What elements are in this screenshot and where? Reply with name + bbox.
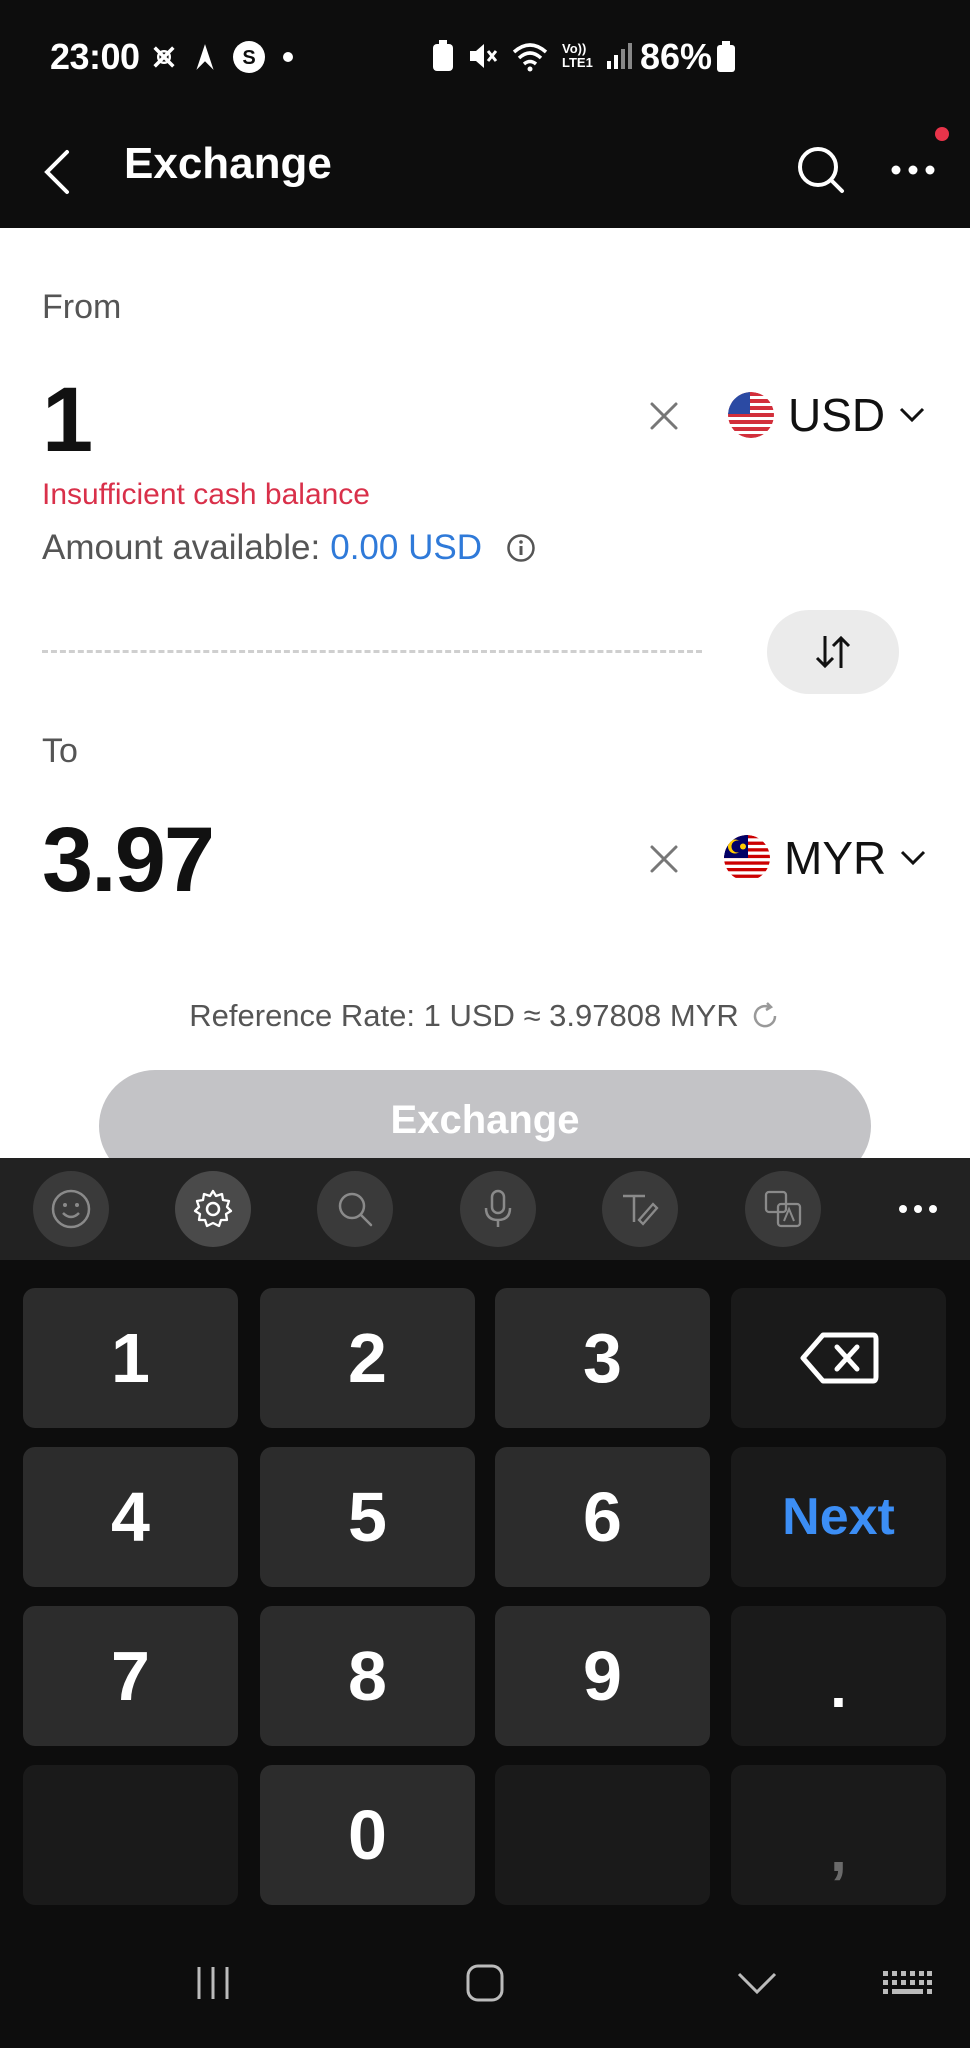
mute-icon xyxy=(470,44,498,68)
recent-apps-icon xyxy=(197,1967,229,1999)
to-currency-code: MYR xyxy=(784,832,887,884)
status-left-icons: S xyxy=(150,40,296,74)
arrow-icon xyxy=(196,44,214,70)
more-horizontal-icon xyxy=(891,165,935,175)
search-icon xyxy=(798,147,844,193)
divider xyxy=(42,650,702,653)
mic-icon xyxy=(484,1189,512,1227)
error-message: Insufficient cash balance xyxy=(42,478,370,511)
translate-button[interactable] xyxy=(745,1171,821,1247)
from-amount-input[interactable]: 1 xyxy=(42,368,93,473)
volte-icon: Vo)) LTE1 xyxy=(562,41,593,70)
key-0[interactable]: 0 xyxy=(260,1765,475,1905)
emoji-button[interactable] xyxy=(33,1171,109,1247)
key-empty-right xyxy=(495,1765,710,1905)
back-button[interactable] xyxy=(22,137,92,207)
key-6[interactable]: 6 xyxy=(495,1447,710,1587)
exchange-button[interactable]: Exchange xyxy=(99,1070,871,1158)
key-empty-left xyxy=(23,1765,238,1905)
key-4[interactable]: 4 xyxy=(23,1447,238,1587)
voice-input-button[interactable] xyxy=(460,1171,536,1247)
clear-from-button[interactable] xyxy=(636,388,692,444)
wifi-icon xyxy=(512,43,548,72)
system-nav-bar xyxy=(0,1908,970,2048)
keyboard-search-button[interactable] xyxy=(317,1171,393,1247)
dot-icon xyxy=(283,52,293,62)
close-icon xyxy=(650,402,678,430)
refresh-icon[interactable] xyxy=(749,1000,781,1032)
to-label: To xyxy=(42,732,78,770)
key-1[interactable]: 1 xyxy=(23,1288,238,1428)
keyboard-icon xyxy=(883,1971,932,1994)
notification-dot xyxy=(935,127,949,141)
from-currency-code: USD xyxy=(788,389,886,441)
amount-available: Amount available: 0.00 USD xyxy=(42,528,536,568)
settings-icon xyxy=(193,1189,233,1228)
hide-keyboard-button[interactable] xyxy=(712,1948,802,2018)
my-flag-icon xyxy=(724,835,770,881)
backspace-icon xyxy=(800,1332,878,1384)
info-icon[interactable] xyxy=(506,533,536,563)
swap-currencies-button[interactable] xyxy=(767,610,899,694)
battery-percent: 86% xyxy=(640,36,736,78)
search-button[interactable] xyxy=(786,135,856,205)
search-icon xyxy=(338,1192,373,1227)
emoji-icon xyxy=(51,1189,91,1229)
keyboard-more-button[interactable] xyxy=(880,1171,956,1247)
to-currency-selector[interactable]: MYR xyxy=(724,831,926,885)
available-label: Amount available: xyxy=(42,528,321,567)
key-2[interactable]: 2 xyxy=(260,1288,475,1428)
app-header: Exchange xyxy=(0,115,970,228)
home-button[interactable] xyxy=(440,1948,530,2018)
battery-saver-icon xyxy=(433,40,453,71)
more-options-button[interactable] xyxy=(878,135,948,205)
handwriting-icon xyxy=(623,1194,659,1226)
reference-rate: Reference Rate: 1 USD ≈ 3.97808 MYR xyxy=(0,998,970,1034)
reference-rate-text: Reference Rate: 1 USD ≈ 3.97808 MYR xyxy=(189,998,739,1033)
numeric-keypad: 1 2 3 4 5 6 Next 7 8 9 . 0 , xyxy=(0,1260,970,1908)
available-value[interactable]: 0.00 USD xyxy=(330,528,482,568)
battery-icon xyxy=(717,41,736,72)
more-horizontal-icon xyxy=(899,1205,937,1213)
chevron-down-icon xyxy=(737,1972,777,1995)
clear-to-button[interactable] xyxy=(636,831,692,887)
key-8[interactable]: 8 xyxy=(260,1606,475,1746)
page-title: Exchange xyxy=(124,139,332,188)
key-next[interactable]: Next xyxy=(731,1447,946,1587)
signal-icon xyxy=(606,43,632,69)
chevron-left-icon xyxy=(44,150,69,194)
keyboard-switch-button[interactable] xyxy=(862,1948,952,2018)
flight-icon xyxy=(153,46,175,68)
key-backspace[interactable] xyxy=(731,1288,946,1428)
swap-icon xyxy=(815,635,851,669)
svg-text:S: S xyxy=(242,47,255,69)
to-amount-input[interactable]: 3.97 xyxy=(42,808,215,913)
from-label: From xyxy=(42,288,122,326)
keyboard-settings-button[interactable] xyxy=(175,1171,251,1247)
keyboard-toolbar xyxy=(0,1158,970,1260)
key-7[interactable]: 7 xyxy=(23,1606,238,1746)
chevron-down-icon xyxy=(900,407,925,423)
key-period[interactable]: . xyxy=(731,1606,946,1746)
status-right-icons: Vo)) LTE1 xyxy=(432,40,635,72)
from-currency-selector[interactable]: USD xyxy=(728,388,925,442)
recent-apps-button[interactable] xyxy=(168,1948,258,2018)
chevron-down-icon xyxy=(901,850,926,866)
close-icon xyxy=(650,845,678,873)
us-flag-icon xyxy=(728,392,774,438)
key-5[interactable]: 5 xyxy=(260,1447,475,1587)
status-time: 23:00 xyxy=(50,36,140,77)
status-bar: 23:00 S Vo)) LTE1 86% xyxy=(0,0,970,115)
translate-icon xyxy=(764,1190,802,1228)
key-comma[interactable]: , xyxy=(731,1765,946,1905)
key-3[interactable]: 3 xyxy=(495,1288,710,1428)
key-9[interactable]: 9 xyxy=(495,1606,710,1746)
handwriting-button[interactable] xyxy=(602,1171,678,1247)
home-icon xyxy=(466,1964,504,2002)
exchange-form: From 1 USD Insufficient cash balance Amo… xyxy=(0,228,970,1158)
s-app-icon: S xyxy=(233,41,265,73)
